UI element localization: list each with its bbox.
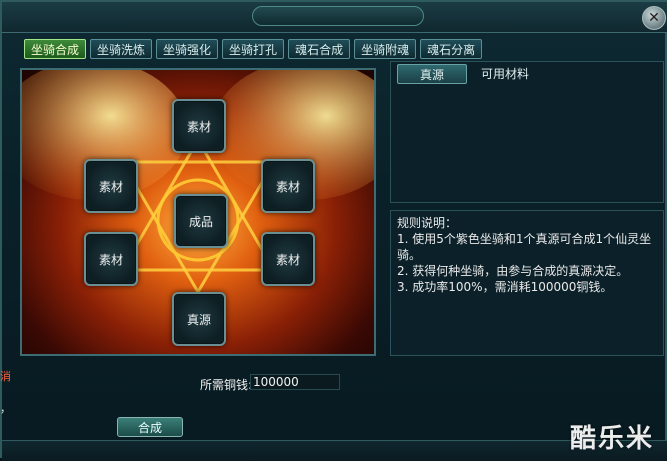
slot-label: 真源 <box>186 312 211 327</box>
title-ornament <box>2 2 667 33</box>
slot-label: 素材 <box>186 119 211 134</box>
edge-text-2: ， <box>0 402 11 415</box>
slot-label: 素材 <box>98 252 123 267</box>
edge-text-1: 消 <box>0 370 11 383</box>
result-slot[interactable]: 成品 <box>174 194 228 248</box>
subtab-true-source[interactable]: 真源 <box>397 64 468 84</box>
close-icon: ✕ <box>648 10 660 26</box>
material-subtabs: 真源 可用材料 <box>397 64 539 84</box>
combine-button[interactable]: 合成 <box>117 417 183 437</box>
mount-dialog-window: ✕ 坐骑合成 坐骑洗炼 坐骑强化 坐骑打孔 魂石合成 坐骑附魂 魂石分离 素材 <box>0 0 667 461</box>
tab-soulstone-combine[interactable]: 魂石合成 <box>288 39 351 59</box>
material-slot-lower-left[interactable]: 素材 <box>84 232 138 286</box>
cost-label: 所需铜钱: <box>200 378 253 392</box>
close-button[interactable]: ✕ <box>642 6 666 30</box>
rules-panel: 规则说明： 1. 使用5个紫色坐骑和1个真源可合成1个仙灵坐骑。 2. 获得何种… <box>390 210 664 356</box>
tab-mount-refine[interactable]: 坐骑洗炼 <box>90 39 153 59</box>
rules-title: 规则说明： <box>397 216 458 230</box>
tab-mount-combine[interactable]: 坐骑合成 <box>24 39 87 59</box>
site-watermark: 酷乐米 <box>570 424 655 454</box>
material-slot-upper-right[interactable]: 素材 <box>261 159 315 213</box>
tab-mount-socket[interactable]: 坐骑打孔 <box>222 39 285 59</box>
slot-label: 素材 <box>98 179 123 194</box>
rule-line-2: 2. 获得何种坐骑，由参与合成的真源决定。 <box>397 264 629 278</box>
material-slot-top[interactable]: 素材 <box>172 99 226 153</box>
function-tabs: 坐骑合成 坐骑洗炼 坐骑强化 坐骑打孔 魂石合成 坐骑附魂 魂石分离 <box>24 39 483 61</box>
slot-label: 素材 <box>275 252 300 267</box>
tab-mount-ensoul[interactable]: 坐骑附魂 <box>354 39 417 59</box>
source-slot[interactable]: 真源 <box>172 292 226 346</box>
slot-label: 素材 <box>275 179 300 194</box>
tab-soulstone-separate[interactable]: 魂石分离 <box>420 39 483 59</box>
subtab-available-materials[interactable]: 可用材料 <box>471 64 539 82</box>
material-slot-upper-left[interactable]: 素材 <box>84 159 138 213</box>
tab-mount-enhance[interactable]: 坐骑强化 <box>156 39 219 59</box>
rule-line-1: 1. 使用5个紫色坐骑和1个真源可合成1个仙灵坐骑。 <box>397 232 652 262</box>
cost-value: 100000 <box>250 374 340 390</box>
material-list-panel: 真源 可用材料 <box>390 61 664 203</box>
rule-line-3: 3. 成功率100%，需消耗100000铜钱。 <box>397 280 613 294</box>
slot-label: 成品 <box>188 214 213 229</box>
material-slot-lower-right[interactable]: 素材 <box>261 232 315 286</box>
combine-stage: 素材 素材 素材 成品 素材 素材 真源 <box>20 68 376 356</box>
